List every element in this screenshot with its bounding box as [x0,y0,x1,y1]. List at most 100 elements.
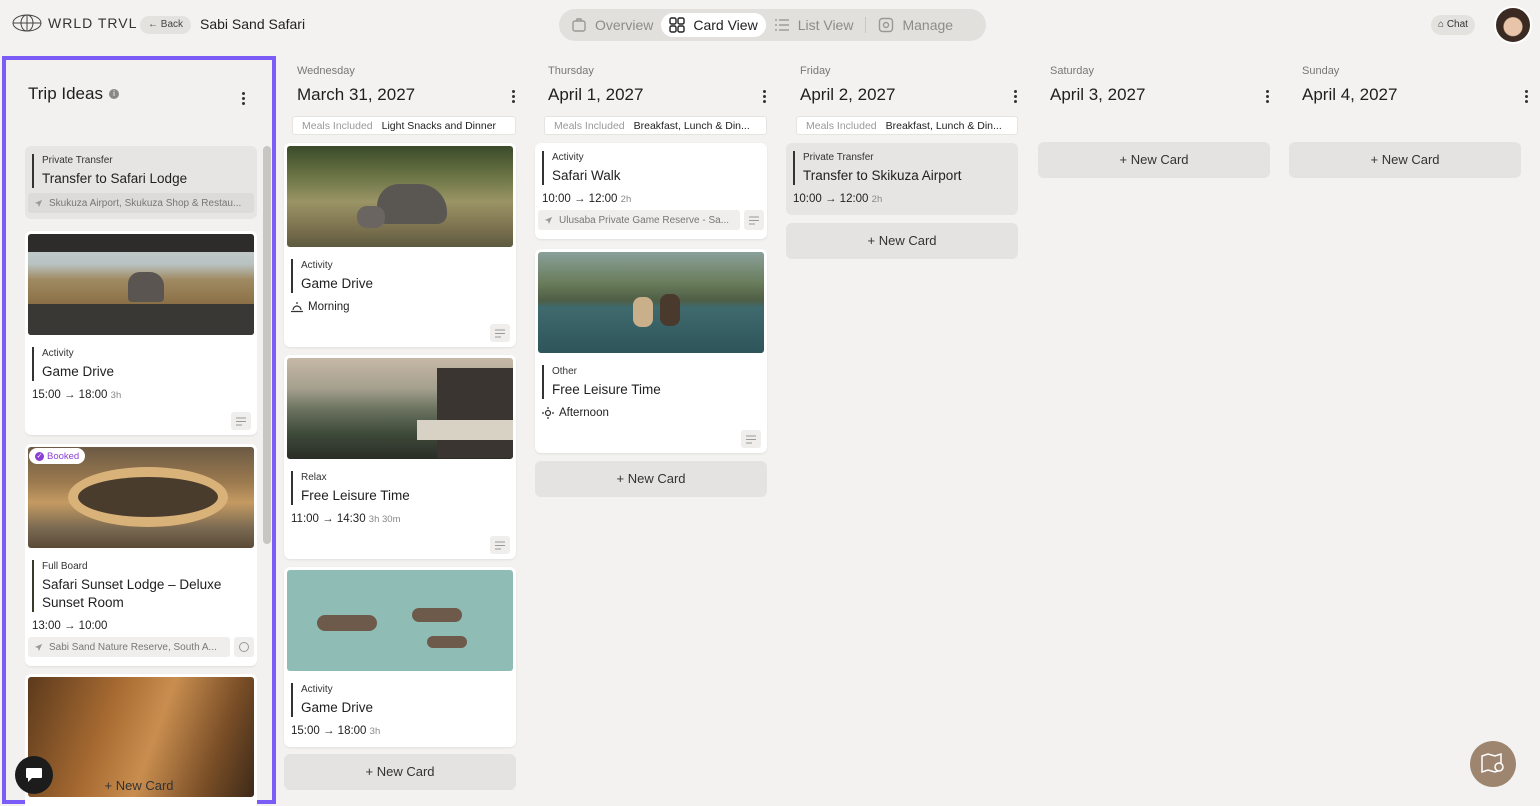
notes-icon[interactable] [744,210,764,230]
location-chip[interactable]: Ulusaba Private Game Reserve - Sa... [538,210,740,230]
location-arrow-icon [34,199,43,207]
card-type-block: Activity Game Drive [291,683,516,717]
day-date: April 3, 2027 [1050,85,1146,104]
day-date: April 4, 2027 [1302,85,1398,104]
new-card-button[interactable]: + New Card [1289,142,1521,178]
card-footer: Ulusaba Private Game Reserve - Sa... [538,210,764,230]
back-button[interactable]: ← Back [140,16,192,34]
tab-card-view-label: Card View [693,17,758,33]
trip-title: Sabi Sand Safari [200,16,306,32]
location-text: Sabi Sand Nature Reserve, South A... [49,641,217,653]
card-title: Free Leisure Time [301,488,410,503]
vehicle-roof [28,234,254,252]
logo[interactable]: WRLD TRVL [12,14,137,32]
chat-button[interactable]: ⌂ Chat [1431,15,1475,35]
day-card-game-drive-2[interactable]: Activity Game Drive 15:00 → 18:00 3h [284,567,516,747]
meals-value: Breakfast, Lunch & Din... [885,119,1002,132]
idea-card-game-drive[interactable]: Activity Game Drive 15:00 → 18:00 3h [25,231,257,435]
tab-card-view[interactable]: Card View [661,13,766,37]
trip-ideas-menu-icon[interactable] [242,92,246,105]
card-time: 10:00 → 12:00 2h [542,193,767,205]
scrollbar[interactable] [263,146,271,544]
day-menu-icon[interactable] [1525,90,1529,103]
card-type: Activity [301,684,333,695]
tab-separator [865,17,867,33]
notes-icon[interactable] [231,412,251,430]
tab-list-view[interactable]: List View [766,13,862,37]
elephant-shape [128,272,164,302]
trip-ideas-panel: Trip Ideas i Private Transfer Transfer t… [2,56,276,806]
new-card-button[interactable]: + New Card [284,754,516,790]
card-type: Activity [42,348,74,359]
info-icon[interactable]: i [108,89,119,99]
day-menu-icon[interactable] [1266,90,1270,103]
day-date: March 31, 2027 [297,85,416,104]
day-name: Saturday [1050,65,1095,77]
avatar[interactable] [1494,6,1532,44]
hippo-shape [412,608,462,622]
day-card-leisure[interactable]: Relax Free Leisure Time 11:00 → 14:30 3h… [284,355,516,559]
day-card-game-drive[interactable]: Activity Game Drive Morning [284,143,516,347]
meals-label: Meals Included [806,119,877,132]
tab-overview[interactable]: Overview [563,13,661,37]
time-range: 15:00 → 18:00 [32,389,108,401]
new-card-button[interactable]: + New Card [535,461,767,497]
location-chip[interactable]: Sabi Sand Nature Reserve, South A... [28,637,230,657]
idea-card-transfer[interactable]: Private Transfer Transfer to Safari Lodg… [25,146,257,219]
day-name: Thursday [548,65,594,77]
new-card-button[interactable]: + New Card [786,223,1018,259]
booked-badge: ✓ Booked [29,448,86,464]
card-title: Safari Sunset Lodge – Deluxe Sunset Room [42,577,222,610]
rhino-calf-shape [357,206,385,228]
gear-icon [879,17,894,33]
location-arrow-icon [34,643,43,651]
meals-chip[interactable]: Meals Included Light Snacks and Dinner [292,116,516,135]
day-menu-icon[interactable] [1014,90,1018,103]
duration: 2h [620,194,632,205]
top-bar: WRLD TRVL ← Back Sabi Sand Safari Overvi… [0,0,1540,50]
meals-value: Light Snacks and Dinner [381,119,497,132]
card-time: 11:00 → 14:30 3h 30m [291,513,516,525]
tab-manage[interactable]: Manage [870,13,961,37]
tab-manage-label: Manage [902,17,954,33]
day-card-leisure-pool[interactable]: Other Free Leisure Time Afternoon [535,249,767,453]
view-switcher: Overview Card View List View Manage [559,9,986,41]
card-image-pool [538,252,764,353]
location-arrow-icon [544,216,553,224]
logo-text: WRLD TRVL [48,15,138,31]
day-menu-icon[interactable] [763,90,767,103]
chat-bubble-button[interactable] [15,756,53,794]
time-range: 11:00 → 14:30 [291,513,366,525]
day-card-transfer[interactable]: Private Transfer Transfer to Skikuza Air… [786,143,1018,215]
card-time: 15:00 → 18:00 3h [291,725,516,737]
notes-icon[interactable] [741,430,761,448]
notes-icon[interactable] [490,536,510,554]
day-header: Sunday April 4, 2027 [1289,56,1527,105]
notes-icon[interactable] [490,324,510,342]
day-column-friday: Friday April 2, 2027 Meals Included Brea… [786,56,1024,266]
location-chip[interactable]: Skukuza Airport, Skukuza Shop & Restau..… [28,193,254,213]
time-range: 15:00 → 18:00 [291,725,367,737]
meals-chip[interactable]: Meals Included Breakfast, Lunch & Din... [544,116,767,135]
card-image-deck [287,358,513,459]
day-card-safari-walk[interactable]: Activity Safari Walk 10:00 → 12:00 2h Ul… [535,143,767,239]
day-menu-icon[interactable] [512,90,516,103]
day-column-saturday: Saturday April 3, 2027 + New Card [1038,56,1276,186]
time-range: 13:00 → 10:00 [32,620,108,632]
duration: 3h 30m [368,514,401,525]
meals-chip[interactable]: Meals Included Breakfast, Lunch & Din... [796,116,1018,135]
hippo-shape [317,615,377,631]
check-icon[interactable] [234,637,254,657]
card-title: Game Drive [42,364,115,379]
card-type: Other [552,366,578,377]
grid-icon [669,17,686,33]
day-name: Sunday [1302,65,1340,77]
day-header: Friday April 2, 2027 [786,56,1024,105]
tab-list-view-label: List View [797,17,854,33]
card-title: Game Drive [301,276,374,291]
new-card-button[interactable]: + New Card [1038,142,1270,178]
time-slot: Afternoon [542,407,767,419]
card-time: 10:00 → 12:00 2h [793,193,1018,205]
idea-card-lodge[interactable]: ✓ Booked Full Board Safari Sunset Lodge … [25,444,257,666]
map-button[interactable] [1470,741,1516,787]
